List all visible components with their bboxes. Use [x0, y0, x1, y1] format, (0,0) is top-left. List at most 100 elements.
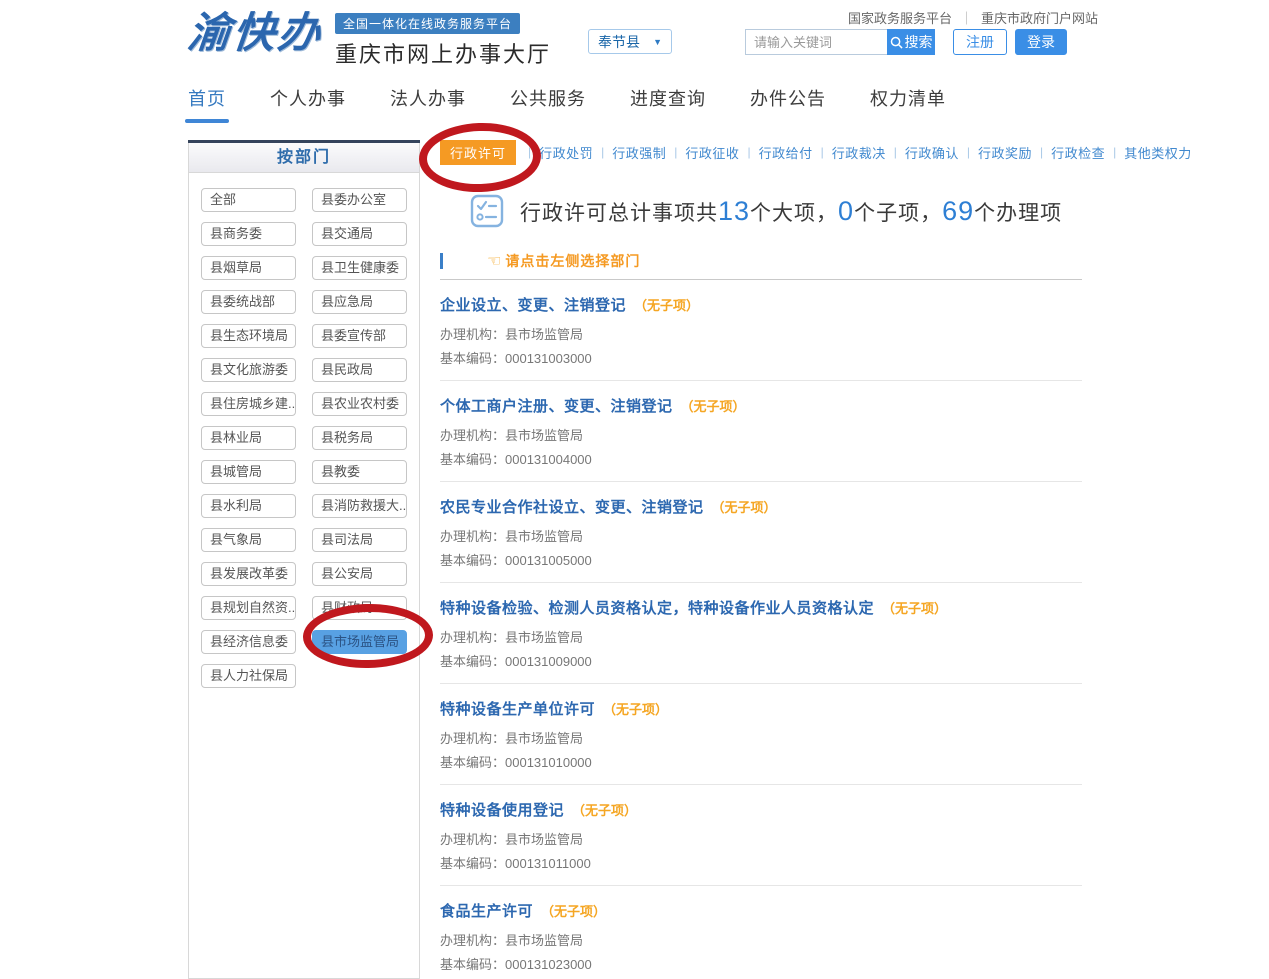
tab-行政奖励[interactable]: 行政奖励 — [976, 143, 1034, 162]
service-agency: 办理机构：县市场监管局 — [440, 627, 1082, 646]
service-item: 企业设立、变更、注销登记（无子项）办理机构：县市场监管局基本编码：0001310… — [440, 280, 1082, 381]
summary-row: 行政许可总计事项共13个大项，0个子项，69个办理项 — [440, 194, 1082, 228]
main-content: 行政许可|行政处罚|行政强制|行政征收|行政给付|行政裁决|行政确认|行政奖励|… — [440, 140, 1082, 979]
national-platform-link[interactable]: 国家政务服务平台 — [848, 8, 952, 27]
nav-item-法人办事[interactable]: 法人办事 — [390, 85, 466, 111]
service-item: 特种设备检验、检测人员资格认定，特种设备作业人员资格认定 （无子项） 办理机构：县市… — [440, 583, 1082, 684]
city-portal-link[interactable]: 重庆市政府门户网站 — [981, 8, 1098, 27]
sidebar-dept-button[interactable]: 县气象局 — [201, 528, 296, 552]
tip-text: 请点击左侧选择部门 — [505, 251, 640, 271]
summary-count: 13 — [718, 196, 750, 226]
service-agency: 办理机构：县市场监管局 — [440, 728, 1082, 747]
sidebar-dept-button[interactable]: 县市场监管局 — [312, 630, 407, 654]
service-title[interactable]: 特种设备检验、检测人员资格认定，特种设备作业人员资格认定 — [440, 600, 874, 617]
tab-行政强制[interactable]: 行政强制 — [610, 143, 668, 162]
sidebar-dept-button[interactable]: 县交通局 — [312, 222, 407, 246]
tab-行政给付[interactable]: 行政给付 — [757, 143, 815, 162]
service-item: 个体工商户注册、变更、注销登记（无子项）办理机构：县市场监管局基本编码：0001… — [440, 381, 1082, 482]
no-subitem-tag: （无子项） — [712, 500, 777, 515]
sidebar-dept-button[interactable]: 县规划自然资... — [201, 596, 296, 620]
service-item: 农民专业合作社设立、变更、注销登记（无子项）办理机构：县市场监管局基本编码：00… — [440, 482, 1082, 583]
sidebar-dept-button[interactable]: 县民政局 — [312, 358, 407, 382]
sidebar-dept-button[interactable]: 县应急局 — [312, 290, 407, 314]
service-code: 基本编码：000131004000 — [440, 449, 1082, 468]
no-subitem-tag: （无子项） — [572, 803, 637, 818]
no-subitem-tag: （无子项） — [603, 702, 668, 717]
chevron-down-icon: ▼ — [653, 37, 662, 47]
service-title[interactable]: 特种设备使用登记 — [440, 802, 564, 819]
summary-label: 个大项， — [750, 202, 838, 225]
logo-platform-tag: 全国一体化在线政务服务平台 — [335, 13, 520, 34]
no-subitem-tag: （无子项） — [882, 601, 947, 616]
sidebar-dept-button[interactable]: 县发展改革委 — [201, 562, 296, 586]
summary-count: 69 — [942, 196, 974, 226]
nav-item-办件公告[interactable]: 办件公告 — [750, 85, 826, 111]
link-separator: ｜ — [960, 8, 973, 27]
tab-行政许可[interactable]: 行政许可 — [440, 140, 516, 165]
nav-item-进度查询[interactable]: 进度查询 — [630, 85, 706, 111]
sidebar-dept-button[interactable]: 县人力社保局 — [201, 664, 296, 688]
search-input[interactable] — [745, 29, 887, 55]
tab-其他类权力[interactable]: 其他类权力 — [1122, 143, 1194, 162]
nav-item-首页[interactable]: 首页 — [188, 85, 226, 111]
service-agency: 办理机构：县市场监管局 — [440, 829, 1082, 848]
sidebar-dept-button[interactable]: 县消防救援大... — [312, 494, 407, 518]
page: 渝快办 全国一体化在线政务服务平台 重庆市网上办事大厅 奉节县 ▼ 国家政务服务… — [0, 0, 1269, 979]
login-button[interactable]: 登录 — [1015, 29, 1067, 55]
region-selector[interactable]: 奉节县 ▼ — [588, 29, 672, 54]
sidebar-dept-button[interactable]: 县生态环境局 — [201, 324, 296, 348]
pointing-hand-icon: ☜ — [487, 251, 501, 271]
sidebar-dept-button[interactable]: 县文化旅游委 — [201, 358, 296, 382]
sidebar-dept-button[interactable]: 县财政局 — [312, 596, 407, 620]
service-item: 特种设备使用登记（无子项）办理机构：县市场监管局基本编码：00013101100… — [440, 785, 1082, 886]
sidebar-dept-button[interactable]: 县城管局 — [201, 460, 296, 484]
nav-item-权力清单[interactable]: 权力清单 — [870, 85, 946, 111]
search-button[interactable]: 搜索 — [887, 29, 935, 55]
service-title[interactable]: 特种设备生产单位许可 — [440, 701, 595, 718]
nav-item-公共服务[interactable]: 公共服务 — [510, 85, 586, 111]
service-agency: 办理机构：县市场监管局 — [440, 425, 1082, 444]
register-button[interactable]: 注册 — [953, 29, 1007, 55]
sidebar-dept-button[interactable]: 县经济信息委 — [201, 630, 296, 654]
sidebar-dept-button[interactable]: 县住房城乡建... — [201, 392, 296, 416]
sidebar-dept-button[interactable]: 县委统战部 — [201, 290, 296, 314]
sidebar-dept-button[interactable]: 县公安局 — [312, 562, 407, 586]
summary-label: 行政许可总计事项共 — [520, 202, 718, 225]
sidebar-dept-button[interactable]: 县商务委 — [201, 222, 296, 246]
sidebar-dept-button[interactable]: 县水利局 — [201, 494, 296, 518]
sidebar-dept-button[interactable]: 全部 — [201, 188, 296, 212]
logo-wordmark: 渝快办 — [186, 10, 326, 56]
service-title[interactable]: 个体工商户注册、变更、注销登记 — [440, 398, 673, 415]
sidebar-dept-button[interactable]: 县农业农村委 — [312, 392, 407, 416]
nav-item-个人办事[interactable]: 个人办事 — [270, 85, 346, 111]
sidebar-body: 全部县委办公室县商务委县交通局县烟草局县卫生健康委县委统战部县应急局县生态环境局… — [188, 173, 420, 979]
tab-行政确认[interactable]: 行政确认 — [903, 143, 961, 162]
sidebar-dept-button[interactable]: 县卫生健康委 — [312, 256, 407, 280]
sidebar-dept-button[interactable]: 县林业局 — [201, 426, 296, 450]
service-agency: 办理机构：县市场监管局 — [440, 930, 1082, 949]
sidebar-title: 按部门 — [188, 143, 420, 173]
tab-行政检查[interactable]: 行政检查 — [1049, 143, 1107, 162]
sidebar-dept-button[interactable]: 县烟草局 — [201, 256, 296, 280]
sidebar-dept-button[interactable]: 县司法局 — [312, 528, 407, 552]
tab-行政征收[interactable]: 行政征收 — [683, 143, 741, 162]
sidebar-dept-button[interactable]: 县税务局 — [312, 426, 407, 450]
sidebar-dept-button[interactable]: 县委宣传部 — [312, 324, 407, 348]
service-title[interactable]: 农民专业合作社设立、变更、注销登记 — [440, 499, 704, 516]
summary-text: 行政许可总计事项共13个大项，0个子项，69个办理项 — [520, 196, 1062, 227]
tab-行政处罚[interactable]: 行政处罚 — [537, 143, 595, 162]
service-title[interactable]: 食品生产许可 — [440, 903, 533, 920]
tab-行政裁决[interactable]: 行政裁决 — [830, 143, 888, 162]
tab-separator: | — [1040, 145, 1043, 159]
checklist-icon — [470, 194, 504, 228]
tip-accent-bar — [440, 253, 443, 269]
search-button-label: 搜索 — [905, 32, 933, 52]
service-title[interactable]: 企业设立、变更、注销登记 — [440, 297, 626, 314]
sidebar-dept-button[interactable]: 县委办公室 — [312, 188, 407, 212]
service-item: 食品生产许可（无子项）办理机构：县市场监管局基本编码：000131023000 — [440, 886, 1082, 979]
service-code: 基本编码：000131003000 — [440, 348, 1082, 367]
region-selected-value: 奉节县 — [598, 32, 640, 52]
tab-separator: | — [967, 145, 970, 159]
department-sidebar: 按部门 全部县委办公室县商务委县交通局县烟草局县卫生健康委县委统战部县应急局县生… — [188, 140, 420, 979]
sidebar-dept-button[interactable]: 县教委 — [312, 460, 407, 484]
